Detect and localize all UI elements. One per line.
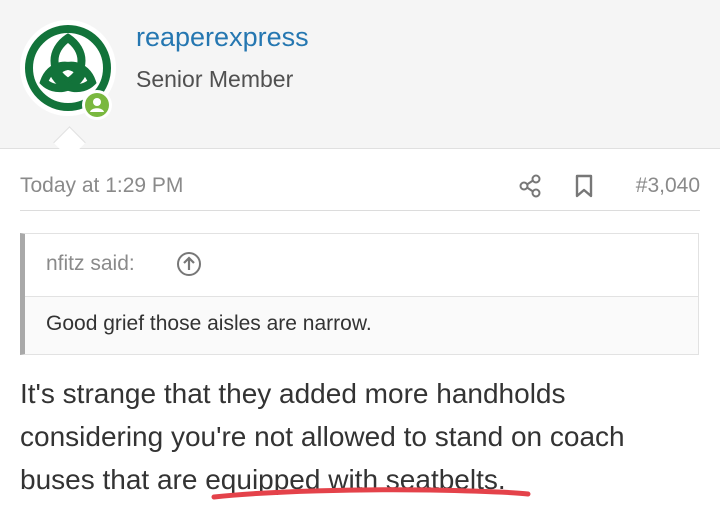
online-user-icon bbox=[85, 93, 109, 117]
arrow-up-circle-icon[interactable] bbox=[175, 250, 203, 278]
post-timestamp[interactable]: Today at 1:29 PM bbox=[20, 174, 183, 198]
post-number-link[interactable]: #3,040 bbox=[636, 174, 700, 198]
post-meta-row: Today at 1:29 PM #3,040 bbox=[20, 168, 700, 211]
quote-header: nfitz said: bbox=[25, 234, 698, 297]
post-line: It's strange that they added more handho… bbox=[20, 378, 566, 409]
user-title: Senior Member bbox=[136, 66, 294, 92]
red-underline-annotation bbox=[211, 487, 531, 500]
share-icon[interactable] bbox=[516, 172, 544, 200]
post-line: considering you're not allowed to stand … bbox=[20, 421, 625, 452]
quote-author: nfitz said: bbox=[46, 252, 135, 275]
online-status-badge bbox=[82, 90, 112, 120]
quote-text: Good grief those aisles are narrow. bbox=[46, 312, 372, 335]
post-author-header: reaperexpress Senior Member bbox=[0, 0, 720, 149]
quote-block: nfitz said: Good grief those aisles are … bbox=[20, 233, 699, 355]
username-link[interactable]: reaperexpress bbox=[136, 22, 309, 53]
bookmark-icon[interactable] bbox=[571, 172, 597, 200]
